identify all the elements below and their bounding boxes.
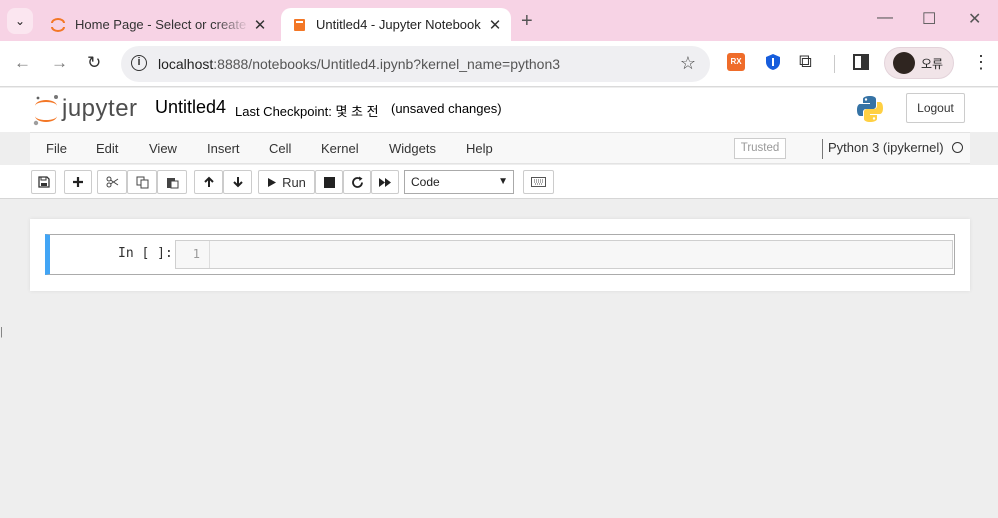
python-logo-icon <box>857 96 883 122</box>
scissors-icon <box>106 176 118 188</box>
copy-button[interactable] <box>127 170 157 194</box>
input-prompt: In [ ]: <box>118 246 173 261</box>
checkpoint-status: Last Checkpoint: 몇 초 전 <box>235 101 379 120</box>
avatar <box>893 52 915 74</box>
chevron-down-icon: ⌄ <box>14 14 26 28</box>
checkpoint-time: 몇 초 전 <box>335 104 379 119</box>
forward-icon[interactable]: → <box>51 53 68 73</box>
plus-icon <box>73 177 83 187</box>
notebook-title[interactable]: Untitled4 <box>155 97 226 118</box>
insert-cell-button[interactable] <box>64 170 92 194</box>
jupyter-favicon-icon <box>51 17 65 32</box>
logo-text: jupyter <box>62 95 138 122</box>
copy-icon <box>136 176 148 188</box>
address-bar[interactable]: i localhost:8888/notebooks/Untitled4.ipy… <box>121 46 710 82</box>
notebook-toolbar: Run Code ▼ <box>0 165 998 199</box>
maximize-icon[interactable]: ☐ <box>922 9 936 29</box>
new-tab-button[interactable]: + <box>521 10 533 33</box>
paste-button[interactable] <box>157 170 187 194</box>
command-palette-button[interactable] <box>523 170 554 194</box>
checkpoint-label: Last Checkpoint: <box>235 104 332 119</box>
run-label: Run <box>282 174 306 190</box>
stop-icon <box>323 176 335 188</box>
cut-button[interactable] <box>97 170 127 194</box>
autosave-status: (unsaved changes) <box>391 101 502 116</box>
menu-view[interactable]: View <box>149 141 177 156</box>
menu-file[interactable]: File <box>46 141 67 156</box>
save-button[interactable] <box>31 170 56 194</box>
run-button[interactable]: Run <box>258 170 315 194</box>
extension-rx-icon[interactable]: RX <box>727 53 745 71</box>
restart-icon <box>351 176 363 188</box>
kernel-idle-indicator-icon <box>952 142 963 153</box>
menu-kernel[interactable]: Kernel <box>321 141 359 156</box>
menu-widgets[interactable]: Widgets <box>389 141 436 156</box>
menu-cell[interactable]: Cell <box>269 141 291 156</box>
site-info-icon[interactable]: i <box>131 55 147 71</box>
toolbar-divider <box>834 55 835 73</box>
url-path: :8888/notebooks/Untitled4.ipynb?kernel_n… <box>213 56 561 72</box>
cell-type-select[interactable]: Code ▼ <box>404 170 514 194</box>
jupyter-header: jupyter Untitled4 Last Checkpoint: 몇 초 전… <box>0 88 998 132</box>
paste-icon <box>166 177 178 188</box>
browser-menu-icon[interactable]: ⋮ <box>972 53 990 71</box>
line-number: 1 <box>176 241 210 268</box>
restart-button[interactable] <box>343 170 371 194</box>
tab-title: Home Page - Select or create <box>75 17 247 32</box>
move-down-button[interactable] <box>223 170 252 194</box>
profile-label: 오류 <box>921 56 944 71</box>
reload-icon[interactable]: ↻ <box>87 53 101 73</box>
tab-home-page[interactable]: Home Page - Select or create ✕ <box>40 8 276 41</box>
arrow-up-icon <box>203 176 214 187</box>
chevron-down-icon: ▼ <box>498 176 508 187</box>
url-host: localhost <box>158 56 214 72</box>
tab-untitled4[interactable]: Untitled4 - Jupyter Notebook ✕ <box>281 8 511 41</box>
menu-help[interactable]: Help <box>466 141 493 156</box>
browser-toolbar: ← → ↻ i localhost:8888/notebooks/Untitle… <box>0 41 998 87</box>
code-editor[interactable]: 1 <box>175 240 953 269</box>
fast-forward-icon <box>379 177 391 187</box>
interrupt-button[interactable] <box>315 170 343 194</box>
notebook-menubar: File Edit View Insert Cell Kernel Widget… <box>30 132 970 164</box>
jupyter-logo[interactable]: jupyter <box>32 92 142 128</box>
extensions-puzzle-icon[interactable]: ⧉ <box>799 51 817 71</box>
arrow-down-icon <box>232 177 243 188</box>
play-icon <box>268 177 277 187</box>
notebook-favicon-icon <box>294 18 305 31</box>
cell-type-value: Code <box>411 175 440 189</box>
browser-tab-strip: ⌄ Home Page - Select or create ✕ Untitle… <box>0 0 998 41</box>
tab-search-button[interactable]: ⌄ <box>7 8 33 34</box>
minimize-icon[interactable]: — <box>877 9 893 27</box>
notebook-container: In [ ]: 1 <box>30 219 970 291</box>
move-up-button[interactable] <box>194 170 223 194</box>
restart-run-all-button[interactable] <box>371 170 399 194</box>
url-text[interactable]: localhost:8888/notebooks/Untitled4.ipynb… <box>158 56 560 72</box>
side-panel-icon[interactable] <box>853 54 869 70</box>
back-icon[interactable]: ← <box>14 53 31 73</box>
close-icon[interactable]: ✕ <box>250 16 270 34</box>
bookmark-star-icon[interactable]: ☆ <box>680 53 696 74</box>
tab-title: Untitled4 - Jupyter Notebook <box>316 17 481 32</box>
code-cell[interactable]: In [ ]: 1 <box>45 234 955 275</box>
menu-insert[interactable]: Insert <box>207 141 240 156</box>
edge-mark: | <box>0 326 3 338</box>
profile-button[interactable]: 오류 <box>884 47 954 79</box>
logout-button[interactable]: Logout <box>906 93 965 123</box>
trusted-badge[interactable]: Trusted <box>734 138 786 159</box>
keyboard-icon <box>531 177 546 187</box>
kernel-name[interactable]: Python 3 (ipykernel) <box>822 139 944 159</box>
save-icon <box>37 176 50 188</box>
close-icon[interactable]: ✕ <box>485 16 505 34</box>
jupyter-logo-icon <box>33 95 58 126</box>
shield-extension-icon[interactable] <box>764 53 782 71</box>
menu-edit[interactable]: Edit <box>96 141 118 156</box>
close-window-icon[interactable]: ✕ <box>968 9 981 29</box>
